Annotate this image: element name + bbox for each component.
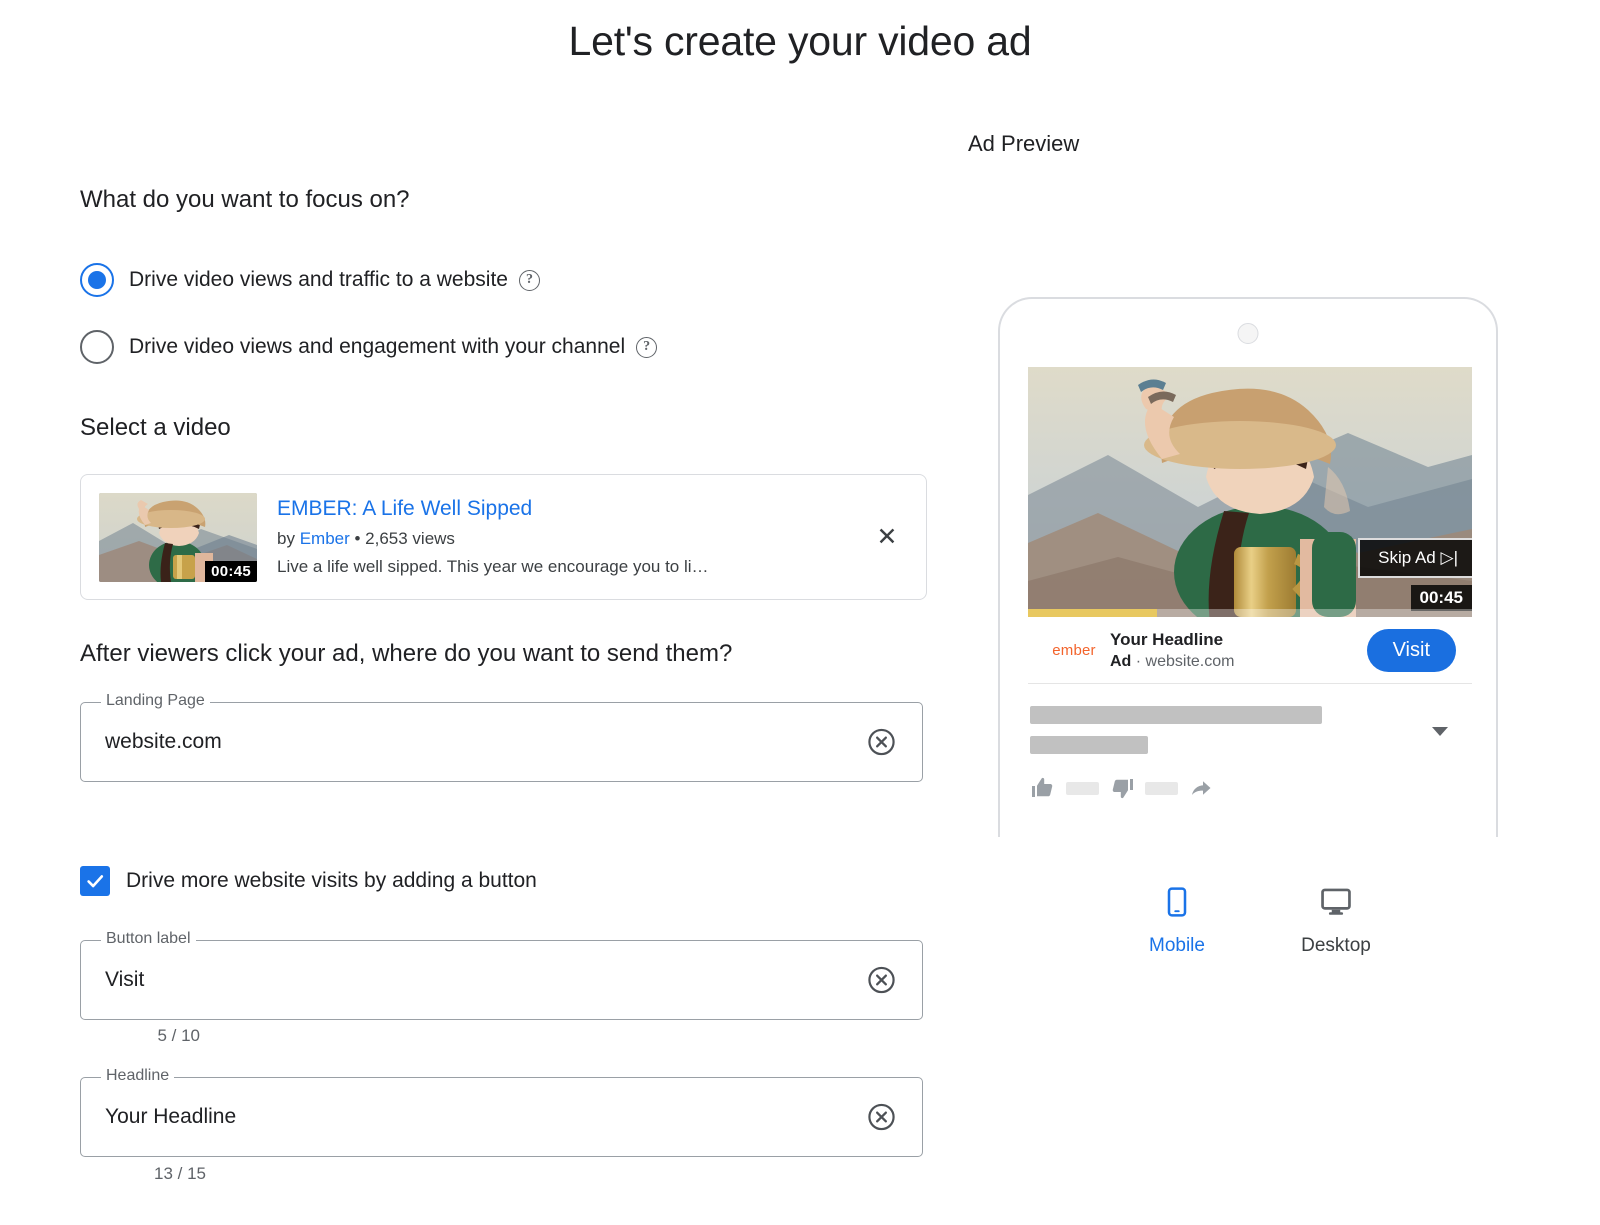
video-thumbnail: 00:45 — [99, 492, 257, 582]
focus-option-website[interactable]: Drive video views and traffic to a websi… — [80, 263, 540, 297]
button-label-input[interactable]: Visit — [105, 940, 144, 1020]
focus-option-channel-label: Drive video views and engagement with yo… — [129, 335, 626, 358]
device-preview-toggle: Mobile Desktop — [1140, 885, 1373, 957]
ad-headline: Your Headline — [1110, 629, 1224, 649]
preview-visit-button[interactable]: Visit — [1366, 628, 1456, 672]
ad-url-line: Ad · website.com — [1110, 651, 1367, 673]
phone-preview-frame: Skip Ad ▷| 00:45 ember Your Headline Ad … — [998, 297, 1498, 837]
radio-icon-unselected[interactable] — [80, 330, 114, 364]
button-label-counter: 5 / 10 — [157, 1026, 200, 1045]
preview-video-image — [1028, 367, 1472, 617]
ad-text-block: Your Headline Ad · website.com — [1110, 628, 1367, 673]
desktop-icon — [1321, 888, 1351, 915]
video-title[interactable]: EMBER: A Life Well Sipped — [277, 494, 848, 524]
video-byline: by Ember • 2,653 views — [277, 524, 848, 553]
video-progress-bar[interactable] — [1028, 609, 1472, 617]
chevron-down-icon[interactable] — [1432, 727, 1448, 736]
video-metadata-placeholder — [1028, 684, 1472, 800]
add-button-checkbox-row[interactable]: Drive more website visits by adding a bu… — [80, 866, 537, 896]
mobile-icon — [1167, 887, 1187, 917]
phone-camera-icon — [1237, 323, 1259, 344]
landing-page-input[interactable]: website.com — [105, 702, 222, 782]
device-option-desktop[interactable]: Desktop — [1299, 885, 1373, 957]
thumbs-down-icon[interactable] — [1109, 776, 1135, 800]
landing-page-field[interactable]: Landing Page website.com — [80, 691, 923, 782]
video-views: • 2,653 views — [349, 528, 455, 548]
video-description: Live a life well sipped. This year we en… — [277, 556, 709, 576]
engagement-actions — [1030, 776, 1472, 800]
headline-field[interactable]: Headline Your Headline — [80, 1066, 923, 1157]
remove-video-button[interactable]: ✕ — [848, 524, 926, 550]
radio-icon-selected[interactable] — [80, 263, 114, 297]
skip-ad-arrow-icon: ▷| — [1440, 548, 1459, 567]
ad-domain: · website.com — [1131, 652, 1235, 670]
brand-logo: ember — [1052, 641, 1096, 659]
like-count-placeholder — [1066, 781, 1099, 795]
skip-ad-button[interactable]: Skip Ad ▷| — [1358, 538, 1472, 578]
page-title: Let's create your video ad — [568, 18, 1032, 64]
video-channel-link[interactable]: Ember — [300, 529, 350, 548]
device-option-mobile-label: Mobile — [1149, 935, 1205, 956]
field-outline — [80, 940, 923, 1020]
button-label-field[interactable]: Button label Visit — [80, 929, 923, 1020]
dislike-count-placeholder — [1145, 781, 1178, 795]
focus-option-channel[interactable]: Drive video views and engagement with yo… — [80, 330, 658, 364]
focus-heading: What do you want to focus on? — [80, 186, 410, 213]
device-option-mobile[interactable]: Mobile — [1140, 885, 1214, 957]
clear-icon[interactable] — [867, 966, 896, 995]
focus-option-website-label: Drive video views and traffic to a websi… — [129, 268, 508, 291]
placeholder-bar-subtitle — [1030, 736, 1148, 754]
thumbs-up-icon[interactable] — [1030, 776, 1056, 800]
video-duration: 00:45 — [205, 560, 257, 582]
headline-input[interactable]: Your Headline — [105, 1077, 236, 1157]
clear-icon[interactable] — [867, 1103, 896, 1132]
select-video-heading: Select a video — [80, 414, 231, 441]
selected-video-card[interactable]: 00:45 EMBER: A Life Well Sipped by Ember… — [80, 474, 927, 600]
ad-companion-bar: ember Your Headline Ad · website.com Vis… — [1028, 617, 1472, 683]
ad-tag: Ad — [1110, 652, 1132, 670]
destination-heading: After viewers click your ad, where do yo… — [80, 640, 733, 667]
ad-creation-page: Let's create your video ad Ad Preview Wh… — [0, 0, 1600, 1225]
clear-icon[interactable] — [867, 728, 896, 757]
video-meta: EMBER: A Life Well Sipped by Ember • 2,6… — [277, 494, 848, 581]
headline-counter: 13 / 15 — [154, 1164, 206, 1183]
help-icon[interactable]: ? — [636, 336, 658, 358]
phone-screen: Skip Ad ▷| 00:45 ember Your Headline Ad … — [1028, 367, 1472, 800]
share-icon[interactable] — [1188, 776, 1214, 800]
help-icon[interactable]: ? — [518, 269, 540, 291]
ad-preview-heading: Ad Preview — [968, 131, 1080, 156]
add-button-checkbox-label: Drive more website visits by adding a bu… — [126, 869, 537, 892]
video-progress-fill — [1028, 609, 1157, 617]
preview-video-player[interactable]: Skip Ad ▷| 00:45 — [1028, 367, 1472, 617]
by-prefix: by — [277, 528, 300, 548]
video-timer: 00:45 — [1410, 585, 1472, 611]
checkbox-icon-checked[interactable] — [80, 866, 110, 896]
skip-ad-label: Skip Ad — [1378, 548, 1436, 567]
placeholder-bar-title — [1030, 706, 1322, 724]
device-option-desktop-label: Desktop — [1301, 935, 1371, 956]
